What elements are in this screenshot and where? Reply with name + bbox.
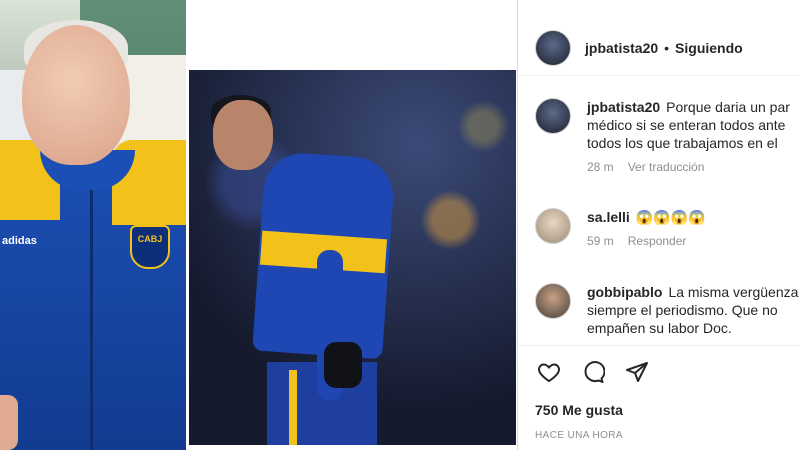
heart-icon[interactable] xyxy=(535,358,563,386)
see-translation-link[interactable]: Ver traducción xyxy=(628,160,705,174)
comment-text: Porque daria un par xyxy=(666,99,790,115)
share-icon[interactable] xyxy=(623,358,651,386)
coach-photo: adidas CABJ xyxy=(0,0,186,450)
header-divider xyxy=(518,75,800,76)
post-actions xyxy=(535,358,667,386)
post-header: jpbatista20 • Siguiendo xyxy=(535,28,743,68)
comment: sa.lelli 😱😱😱😱 59 m Responder xyxy=(535,208,706,248)
following-button[interactable]: Siguiendo xyxy=(675,40,743,56)
reply-link[interactable]: Responder xyxy=(628,234,687,248)
post-image[interactable] xyxy=(189,70,516,445)
comment-text: La misma vergüenza xyxy=(668,284,799,300)
comment-text: médico si se enteran todos ante xyxy=(587,117,786,133)
actions-divider xyxy=(518,345,800,346)
post-timestamp: HACE UNA HORA xyxy=(535,430,623,441)
comment: gobbipablo La misma vergüenza siempre el … xyxy=(535,283,798,337)
comment-text: empañen su labor Doc. xyxy=(587,320,732,336)
separator-dot: • xyxy=(664,40,670,56)
comment-icon[interactable] xyxy=(579,358,607,386)
comment-text: 😱😱😱😱 xyxy=(635,209,706,225)
comment-time: 59 m xyxy=(587,234,614,248)
comment-text: siempre el periodismo. Que no xyxy=(587,302,778,318)
avatar[interactable] xyxy=(535,208,571,244)
avatar[interactable] xyxy=(535,98,571,134)
avatar[interactable] xyxy=(535,283,571,319)
likes-count[interactable]: 750 Me gusta xyxy=(535,402,623,418)
club-badge: CABJ xyxy=(130,225,170,269)
comment-text: todos los que trabajamos en el xyxy=(587,135,778,151)
comment-time: 28 m xyxy=(587,160,614,174)
comment-username[interactable]: sa.lelli xyxy=(587,209,630,225)
instagram-post: jpbatista20 • Siguiendo jpbatista20 Porqu… xyxy=(189,0,800,450)
comment-username[interactable]: gobbipablo xyxy=(587,284,662,300)
comment-username[interactable]: jpbatista20 xyxy=(587,99,660,115)
comment: jpbatista20 Porque daria un par médico si… xyxy=(535,98,790,174)
panel-divider xyxy=(517,0,518,450)
jacket-brand-text: adidas xyxy=(2,235,37,247)
post-username[interactable]: jpbatista20 xyxy=(585,40,658,56)
avatar[interactable] xyxy=(535,30,571,66)
